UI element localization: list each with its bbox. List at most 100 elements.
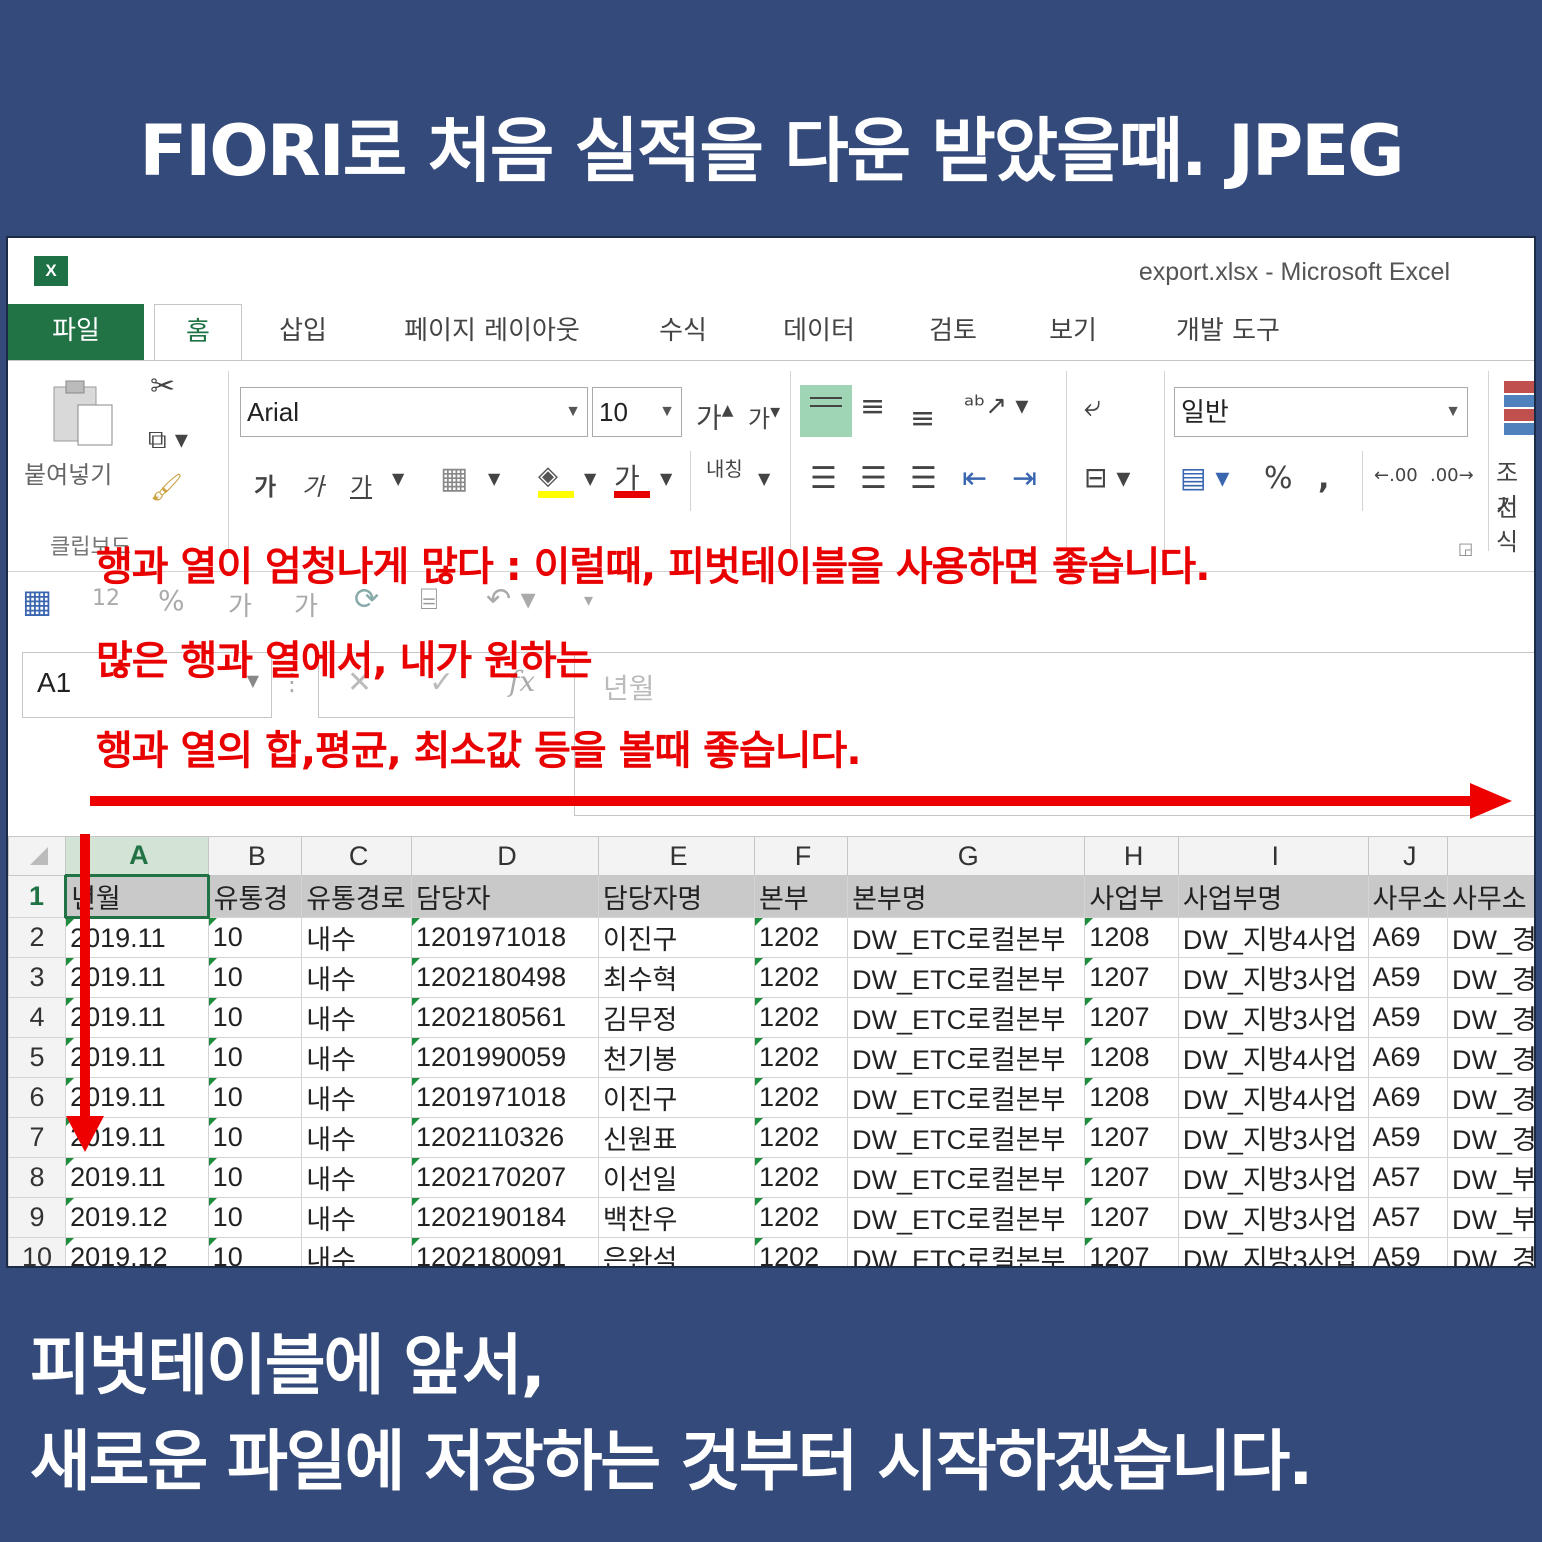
paste-icon[interactable] (48, 377, 118, 449)
table-cell[interactable]: 10 (207, 1117, 303, 1158)
table-cell[interactable]: 1202180561 (411, 997, 599, 1038)
table-cell[interactable]: DW_ETC로컬본부 (847, 917, 1086, 958)
table-cell[interactable]: 백찬우 (597, 1197, 756, 1238)
chevron-down-icon[interactable]: ▼ (584, 469, 596, 488)
table-cell[interactable]: 1208 (1084, 1077, 1179, 1118)
table-cell[interactable]: 2019.11 (65, 1157, 209, 1198)
column-header[interactable]: J (1367, 836, 1449, 876)
header-cell[interactable]: 본부 (754, 875, 849, 918)
table-cell[interactable]: 1207 (1084, 997, 1179, 1038)
select-all-corner[interactable] (8, 836, 67, 876)
table-cell[interactable]: DW_ETC로컬본부 (847, 1237, 1086, 1266)
row-header[interactable]: 6 (8, 1077, 67, 1118)
table-cell[interactable]: 이진구 (597, 917, 756, 958)
table-cell[interactable]: 1202180091 (411, 1237, 599, 1266)
header-cell[interactable]: 유통경로 (301, 875, 412, 918)
table-cell[interactable]: DW_경 (1447, 1077, 1534, 1118)
table-cell[interactable]: DW_ETC로컬본부 (847, 997, 1086, 1038)
column-header[interactable]: B (207, 836, 303, 876)
table-cell[interactable]: 1202190184 (411, 1197, 599, 1238)
table-cell[interactable]: DW_경 (1447, 1037, 1534, 1078)
bold-button[interactable]: 가 (254, 467, 276, 502)
header-cell[interactable]: 사업부 (1084, 875, 1179, 918)
shrink-font-button[interactable]: 가▾ (748, 399, 780, 434)
row-header[interactable]: 10 (8, 1237, 67, 1266)
table-cell[interactable]: 1201971018 (411, 1077, 599, 1118)
border-icon[interactable]: ▦ (440, 461, 468, 496)
column-header[interactable]: G (847, 836, 1086, 876)
table-cell[interactable]: DW_지방4사업 (1177, 917, 1369, 958)
table-cell[interactable]: DW_지방3사업 (1177, 957, 1369, 998)
table-cell[interactable]: 1208 (1084, 917, 1179, 958)
increase-indent-icon[interactable]: ⇥ (1012, 461, 1037, 496)
table-cell[interactable]: DW_경 (1447, 1237, 1534, 1266)
align-right-button[interactable]: ☰ (910, 461, 937, 496)
table-cell[interactable]: DW_지방4사업 (1177, 1037, 1369, 1078)
paste-label[interactable]: 붙여넣기 (24, 455, 112, 490)
row-header[interactable]: 2 (8, 917, 67, 958)
column-header[interactable]: E (597, 836, 756, 876)
table-cell[interactable]: DW_ETC로컬본부 (847, 1197, 1086, 1238)
chevron-down-icon[interactable]: ▼ (758, 469, 770, 488)
table-cell[interactable]: 내수 (301, 997, 412, 1038)
table-cell[interactable]: 1202 (754, 957, 849, 998)
table-cell[interactable]: 1207 (1084, 957, 1179, 998)
italic-button[interactable]: 가 (302, 467, 324, 502)
row-header[interactable]: 4 (8, 997, 67, 1038)
align-bottom-button[interactable]: ≡ (910, 401, 935, 436)
table-cell[interactable]: 1201971018 (411, 917, 599, 958)
table-cell[interactable]: 1202180498 (411, 957, 599, 998)
table-cell[interactable]: DW_지방3사업 (1177, 1117, 1369, 1158)
grow-font-button[interactable]: 가▴ (696, 395, 733, 436)
table-cell[interactable]: 1202 (754, 1117, 849, 1158)
table-cell[interactable]: DW_지방3사업 (1177, 1197, 1369, 1238)
column-header[interactable]: H (1084, 836, 1179, 876)
table-cell[interactable]: DW_ETC로컬본부 (847, 1157, 1086, 1198)
format-painter-icon[interactable]: 🖌 (150, 473, 183, 503)
fill-color-icon[interactable]: ◈ (538, 461, 574, 498)
row-header[interactable]: 8 (8, 1157, 67, 1198)
table-cell[interactable]: A59 (1367, 997, 1449, 1038)
copy-icon[interactable]: ⧉ ▾ (148, 425, 188, 456)
table-cell[interactable]: DW_ETC로컬본부 (847, 1117, 1086, 1158)
table-cell[interactable]: 10 (207, 997, 303, 1038)
table-cell[interactable]: DW_지방4사업 (1177, 1077, 1369, 1118)
table-cell[interactable]: DW_지방3사업 (1177, 997, 1369, 1038)
chevron-down-icon[interactable]: ▼ (488, 469, 500, 488)
table-cell[interactable]: 1202110326 (411, 1117, 599, 1158)
table-cell[interactable]: DW_ETC로컬본부 (847, 1037, 1086, 1078)
table-cell[interactable]: 10 (207, 1237, 303, 1266)
table-cell[interactable]: 은완석 (597, 1237, 756, 1266)
row-header[interactable]: 3 (8, 957, 67, 998)
table-cell[interactable]: 내수 (301, 1117, 412, 1158)
table-cell[interactable]: 1208 (1084, 1037, 1179, 1078)
table-cell[interactable]: DW_지방3사업 (1177, 1157, 1369, 1198)
header-cell[interactable]: 사무소 (1367, 875, 1449, 918)
chevron-down-icon[interactable]: ▼ (392, 469, 404, 488)
table-cell[interactable]: 1207 (1084, 1157, 1179, 1198)
table-cell[interactable]: A57 (1367, 1157, 1449, 1198)
table-cell[interactable]: A69 (1367, 917, 1449, 958)
table-cell[interactable]: 1202 (754, 1157, 849, 1198)
table-cell[interactable]: A59 (1367, 1117, 1449, 1158)
table-cell[interactable]: 10 (207, 957, 303, 998)
font-size-select[interactable]: 10 ▼ (592, 387, 682, 437)
table-cell[interactable]: 내수 (301, 1077, 412, 1118)
table-cell[interactable]: 10 (207, 917, 303, 958)
row-header[interactable]: 1 (8, 875, 67, 918)
font-name-select[interactable]: Arial ▼ (240, 387, 588, 437)
header-cell[interactable]: 사무소 (1447, 875, 1534, 918)
table-cell[interactable]: 1207 (1084, 1197, 1179, 1238)
row-header[interactable]: 5 (8, 1037, 67, 1078)
table-cell[interactable]: 1201990059 (411, 1037, 599, 1078)
number-format-select[interactable]: 일반 ▼ (1174, 387, 1468, 437)
chevron-down-icon[interactable]: ▼ (660, 469, 672, 488)
table-cell[interactable]: 내수 (301, 957, 412, 998)
table-cell[interactable]: 1202 (754, 1197, 849, 1238)
tab-page-layout[interactable]: 페이지 레이아웃 (386, 304, 598, 360)
table-cell[interactable]: A57 (1367, 1197, 1449, 1238)
table-cell[interactable]: 10 (207, 1197, 303, 1238)
table-cell[interactable]: DW_ETC로컬본부 (847, 1077, 1086, 1118)
table-cell[interactable]: DW_경 (1447, 957, 1534, 998)
tab-file[interactable]: 파일 (8, 304, 144, 360)
